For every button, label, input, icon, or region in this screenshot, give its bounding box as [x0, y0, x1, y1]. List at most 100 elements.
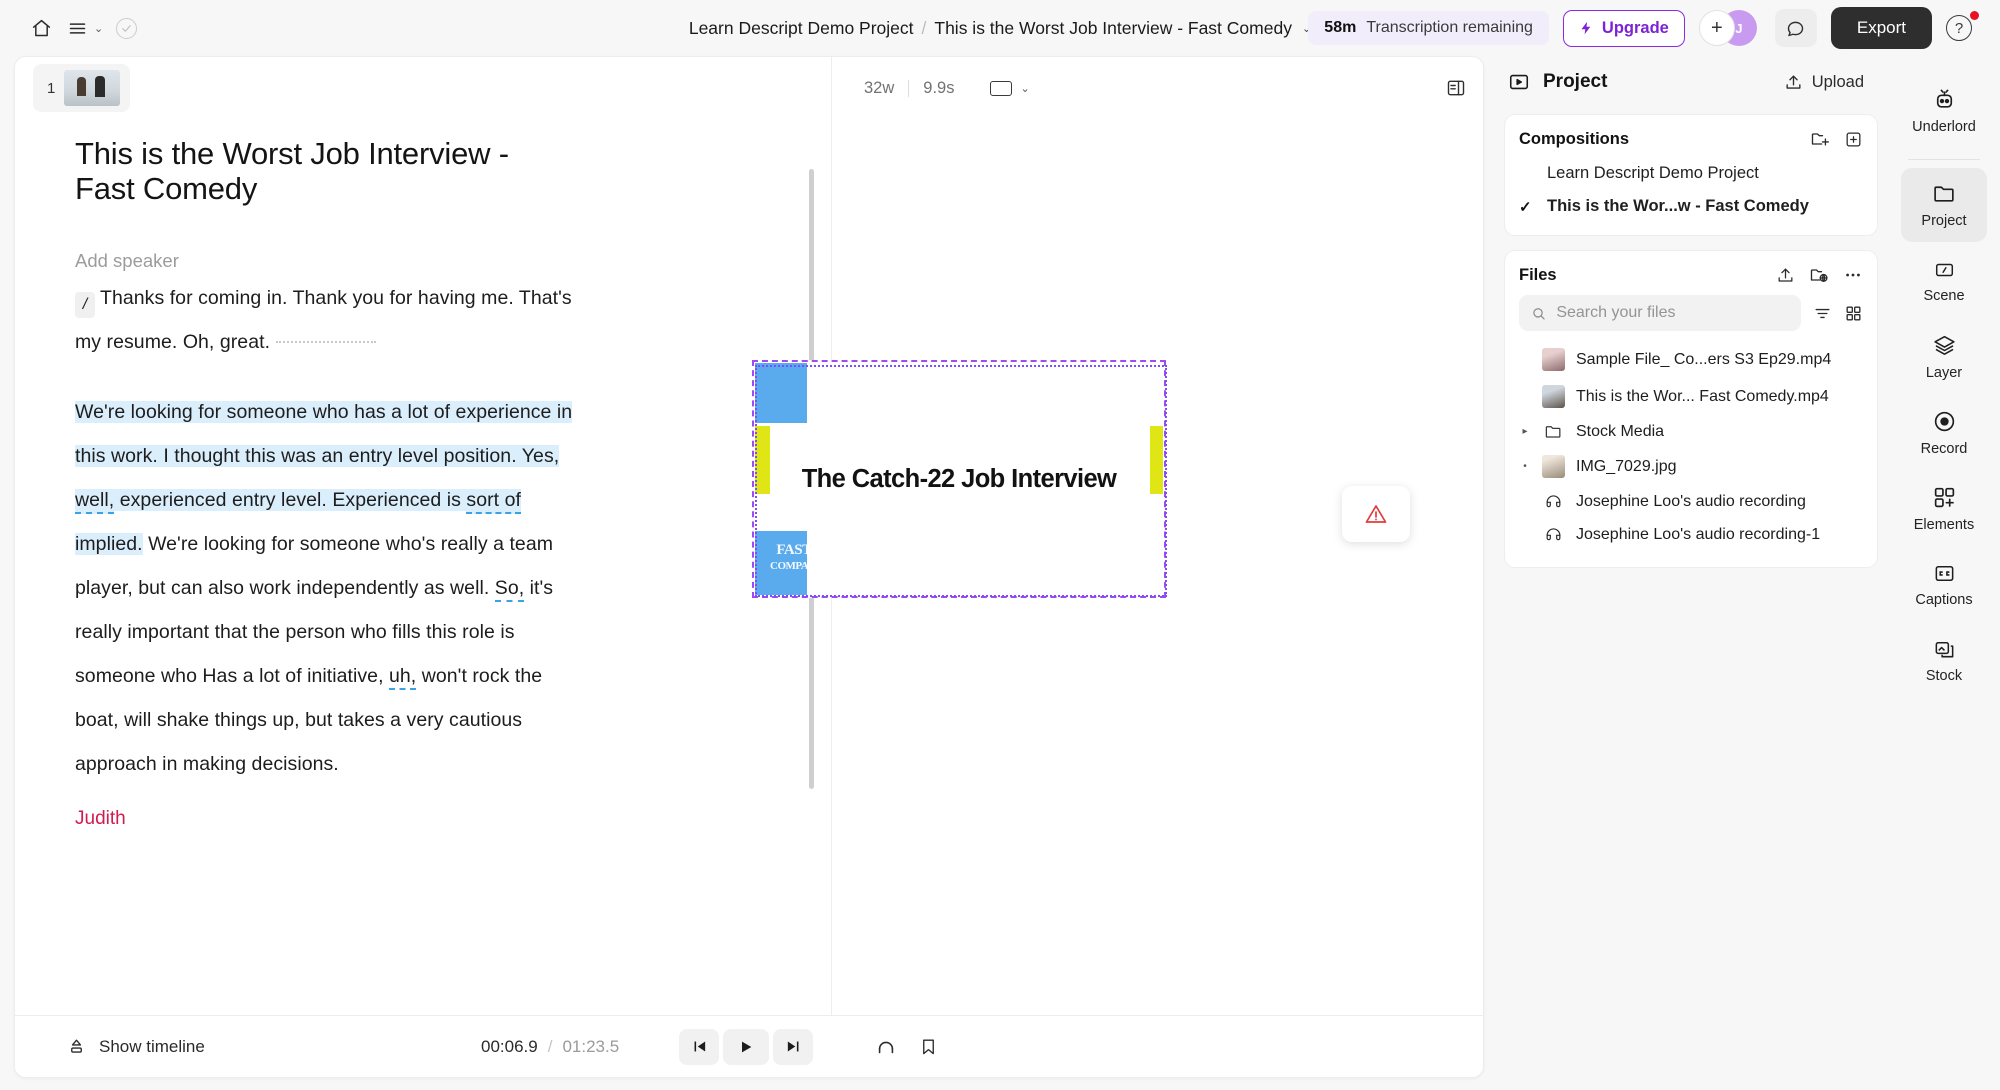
- check-circle-icon[interactable]: [109, 11, 143, 45]
- search-box[interactable]: [1519, 295, 1801, 331]
- comment-bubble-icon[interactable]: [1774, 9, 1817, 47]
- slash-command-chip[interactable]: /: [75, 292, 95, 319]
- upload-icon[interactable]: [1776, 266, 1795, 285]
- file-list-item[interactable]: Sample File_ Co...ers S3 Ep29.mp4: [1505, 341, 1877, 378]
- aspect-ratio-button[interactable]: ⌄: [990, 80, 1033, 96]
- top-toolbar: ⌄ Learn Descript Demo Project / This is …: [0, 0, 2000, 56]
- speaker-label-judith[interactable]: Judith: [75, 808, 790, 830]
- transcript-highlight-seg-2: experienced entry level. Experienced is: [114, 489, 467, 512]
- search-input[interactable]: [1556, 304, 1789, 322]
- project-panel-header: Project Upload: [1494, 56, 1888, 108]
- rail-item-captions[interactable]: Captions: [1901, 548, 1987, 622]
- check-icon: ✓: [1519, 198, 1532, 216]
- file-name: Sample File_ Co...ers S3 Ep29.mp4: [1576, 350, 1832, 368]
- rail-label: Underlord: [1912, 119, 1976, 135]
- current-time: 00:06.9: [481, 1036, 538, 1056]
- file-list-item-folder[interactable]: ▸ Stock Media: [1505, 415, 1877, 448]
- script-body[interactable]: This is the Worst Job Interview - Fast C…: [15, 119, 830, 1019]
- export-button[interactable]: Export: [1830, 7, 1932, 49]
- project-panel-title: Project: [1543, 71, 1608, 92]
- time-separator: /: [547, 1036, 553, 1056]
- page-title[interactable]: This is the Worst Job Interview - Fast C…: [75, 136, 575, 206]
- blue-block-top: [755, 363, 807, 423]
- breadcrumb-project-link[interactable]: Learn Descript Demo Project: [689, 18, 914, 39]
- skip-next-icon[interactable]: [773, 1028, 813, 1065]
- scene-number: 1: [47, 79, 56, 97]
- rail-item-project[interactable]: Project: [1901, 168, 1987, 242]
- show-timeline-label: Show timeline: [99, 1036, 205, 1056]
- breadcrumb-current-composition[interactable]: This is the Worst Job Interview - Fast C…: [934, 18, 1292, 39]
- folder-icon: [1542, 422, 1565, 441]
- file-list-item[interactable]: Josephine Loo's audio recording-1: [1505, 518, 1877, 551]
- audio-waveform-icon: [1542, 492, 1565, 511]
- play-button[interactable]: [723, 1028, 769, 1065]
- file-thumbnail: [1542, 455, 1565, 478]
- grid-view-icon[interactable]: [1844, 304, 1863, 323]
- project-video-icon: [1509, 74, 1529, 90]
- scene-slash-icon: [1935, 263, 1953, 276]
- rail-item-elements[interactable]: Elements: [1901, 472, 1987, 546]
- warning-toast[interactable]: [1342, 486, 1410, 542]
- upgrade-label: Upgrade: [1601, 18, 1669, 37]
- files-search-row: [1505, 293, 1877, 331]
- composition-item-0[interactable]: Learn Descript Demo Project: [1505, 157, 1877, 190]
- rail-item-scene[interactable]: Scene: [1901, 244, 1987, 318]
- menu-button[interactable]: ⌄: [60, 11, 107, 45]
- help-button[interactable]: ?: [1946, 11, 1980, 45]
- breadcrumb-separator: /: [921, 17, 927, 38]
- composition-preview[interactable]: FAST COMPANY The Catch-22 Job Interview: [752, 360, 1410, 598]
- file-list-item[interactable]: • IMG_7029.jpg: [1505, 448, 1877, 485]
- transcription-minutes: 58m: [1324, 19, 1357, 36]
- filler-word-uh[interactable]: uh,: [389, 665, 417, 691]
- scene-chip[interactable]: 1: [33, 64, 131, 112]
- aspect-ratio-icon: [990, 80, 1013, 96]
- file-list-item[interactable]: This is the Wor... Fast Comedy.mp4: [1505, 378, 1877, 415]
- scene-thumbnail: [64, 70, 121, 106]
- upgrade-button[interactable]: Upgrade: [1562, 9, 1685, 47]
- timeline-expand-icon: [71, 1039, 82, 1053]
- transcript-paragraph-1[interactable]: / Thanks for coming in. Thank you for hav…: [75, 276, 580, 364]
- transcript-paragraph-2[interactable]: We're looking for someone who has a lot …: [75, 390, 580, 786]
- aspect-ratio-chevron-down-icon[interactable]: ⌄: [1020, 82, 1033, 95]
- new-folder-icon[interactable]: [1810, 129, 1830, 149]
- transcript-line-1a: Thanks for coming in. Thank you for havi…: [100, 287, 476, 310]
- file-thumbnail: [1542, 385, 1565, 408]
- folder-globe-icon[interactable]: [1809, 265, 1829, 285]
- editor-card: 1 This is the Worst Job Interview - Fast…: [14, 56, 1484, 1078]
- plus-square-icon[interactable]: [1844, 130, 1863, 149]
- composition-item-1[interactable]: ✓ This is the Wor...w - Fast Comedy: [1505, 190, 1877, 223]
- project-panel: Project Upload Compositions Learn Descri…: [1494, 56, 1888, 1090]
- collaborators: + J: [1698, 10, 1761, 46]
- menu-chevron-down-icon[interactable]: ⌄: [94, 22, 107, 35]
- composition-frame[interactable]: FAST COMPANY The Catch-22 Job Interview: [752, 360, 1167, 598]
- clip-duration: 9.9s: [923, 78, 955, 97]
- canvas-pane: 32w 9.9s ⌄ FAST COMPANY The Catch-22 Job…: [752, 57, 1483, 1077]
- upload-button[interactable]: Upload: [1784, 73, 1874, 92]
- add-collaborator-button[interactable]: +: [1698, 10, 1735, 46]
- panel-layout-icon[interactable]: [1445, 78, 1467, 98]
- tool-rail: Underlord Project Scene Layer Record Ele…: [1888, 56, 2000, 1090]
- rail-item-layer[interactable]: Layer: [1901, 320, 1987, 394]
- filler-word-so[interactable]: So,: [494, 577, 525, 603]
- filler-word-sort-of[interactable]: sort of: [466, 489, 521, 515]
- composition-title-text[interactable]: The Catch-22 Job Interview: [754, 465, 1164, 494]
- add-speaker-button[interactable]: Add speaker: [75, 250, 790, 272]
- show-timeline-button[interactable]: Show timeline: [15, 1037, 205, 1057]
- fast-company-logo: FAST COMPANY: [770, 542, 824, 576]
- rail-item-stock[interactable]: Stock: [1901, 624, 1987, 698]
- sort-filter-icon[interactable]: [1813, 304, 1832, 323]
- help-question-icon: ?: [1946, 15, 1972, 41]
- rail-item-underlord[interactable]: Underlord: [1901, 74, 1987, 148]
- filler-word-well[interactable]: well,: [75, 489, 115, 515]
- rail-item-record[interactable]: Record: [1901, 396, 1987, 470]
- skip-previous-icon[interactable]: [679, 1028, 719, 1065]
- files-card: Files Search your files Sample File_ Co.…: [1504, 250, 1878, 568]
- play-icon: [742, 1041, 752, 1052]
- hamburger-icon[interactable]: [60, 11, 94, 45]
- disclosure-triangle-icon[interactable]: ▸: [1519, 426, 1531, 437]
- more-horizontal-icon[interactable]: [1843, 265, 1863, 285]
- file-list-item[interactable]: Josephine Loo's audio recording: [1505, 485, 1877, 518]
- bookmark-icon[interactable]: [919, 1036, 938, 1057]
- home-icon[interactable]: [24, 11, 58, 45]
- loop-icon[interactable]: [875, 1036, 897, 1058]
